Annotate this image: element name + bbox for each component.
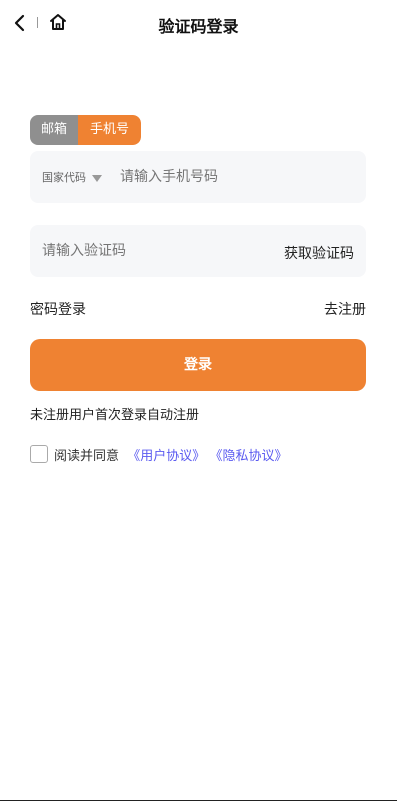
auth-links: 密码登录 去注册	[30, 299, 366, 319]
country-code-label: 国家代码	[42, 171, 86, 184]
get-code-button[interactable]: 获取验证码	[284, 243, 354, 263]
code-input[interactable]	[42, 241, 242, 261]
page-title: 验证码登录	[158, 17, 239, 36]
dropdown-triangle-icon	[92, 174, 102, 182]
privacy-agreement-link[interactable]: 《隐私协议》	[209, 449, 287, 464]
tab-phone[interactable]: 手机号	[78, 115, 141, 145]
tab-email[interactable]: 邮箱	[30, 115, 78, 145]
agreement-text: 阅读并同意 《用户协议》 《隐私协议》	[54, 445, 287, 464]
country-code-select[interactable]: 国家代码	[42, 169, 102, 185]
code-field: 获取验证码	[30, 225, 366, 277]
agreement-checkbox[interactable]	[30, 445, 48, 463]
login-button[interactable]: 登录	[30, 339, 366, 391]
agreement-prefix: 阅读并同意	[54, 449, 120, 464]
phone-field: 国家代码	[30, 151, 366, 203]
register-link[interactable]: 去注册	[324, 299, 366, 319]
password-login-link[interactable]: 密码登录	[30, 299, 86, 319]
user-agreement-link[interactable]: 《用户协议》	[127, 449, 205, 464]
top-bar: 验证码登录	[0, 0, 397, 46]
login-type-switch: 邮箱 手机号	[30, 115, 141, 145]
phone-input[interactable]	[120, 167, 350, 187]
auto-register-notice: 未注册用户首次登录自动注册	[30, 408, 200, 423]
